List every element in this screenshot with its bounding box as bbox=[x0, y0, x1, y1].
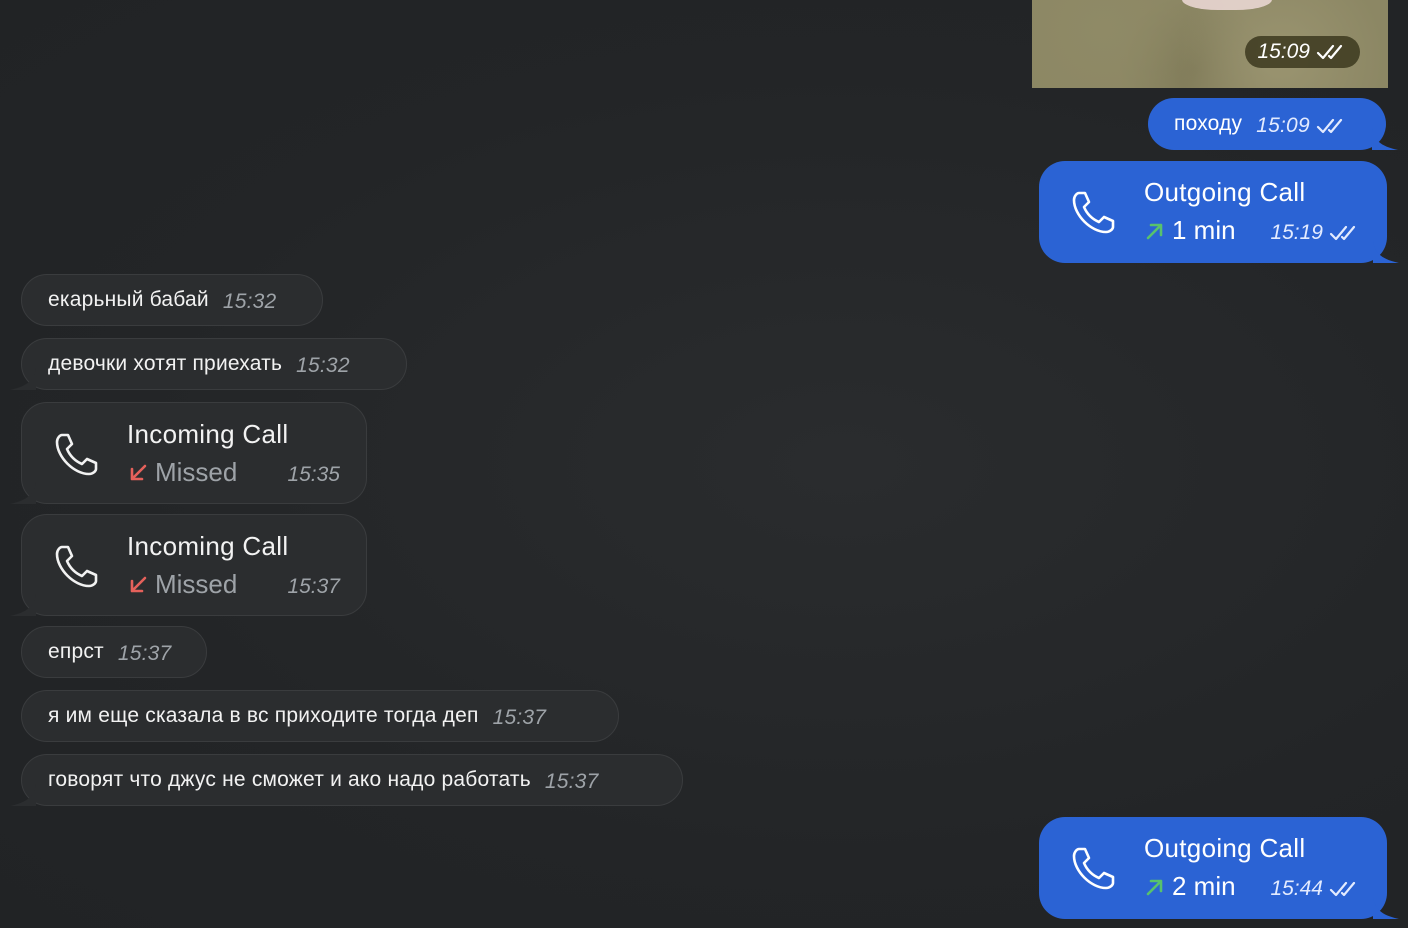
call-status: Missed bbox=[155, 457, 238, 487]
incoming-message[interactable]: епрст 15:37 bbox=[21, 626, 207, 678]
arrow-up-right-icon bbox=[1146, 879, 1163, 895]
arrow-up-right-icon bbox=[1146, 223, 1163, 239]
message-time: 15:37 bbox=[287, 575, 340, 598]
message-time: 15:09 bbox=[1257, 40, 1310, 63]
message-time: 15:37 bbox=[492, 706, 547, 729]
phone-icon bbox=[55, 545, 98, 588]
bubble-tail bbox=[10, 368, 36, 390]
bubble-tail bbox=[10, 784, 36, 806]
double-check-icon bbox=[1316, 44, 1343, 60]
call-duration: 2 min bbox=[1172, 871, 1236, 901]
message-time: 15:19 bbox=[1270, 221, 1323, 244]
call-detail: Missed bbox=[127, 457, 237, 488]
call-title: Incoming Call bbox=[127, 531, 289, 561]
call-detail: 2 min bbox=[1144, 871, 1236, 902]
incoming-call-message[interactable]: Incoming Call Missed 15:35 bbox=[10, 402, 367, 504]
incoming-message[interactable]: я им еще сказала в вс приходите тогда де… bbox=[21, 690, 619, 742]
message-time: 15:09 bbox=[1256, 114, 1310, 137]
outgoing-message[interactable]: походу 15:09 bbox=[1148, 98, 1398, 150]
arrow-down-left-icon bbox=[130, 576, 147, 592]
message-time: 15:37 bbox=[117, 642, 172, 665]
incoming-message[interactable]: говорят что джус не сможет и ако надо ра… bbox=[10, 754, 683, 806]
bubble-tail bbox=[1373, 897, 1399, 919]
bubble-tail bbox=[1372, 128, 1398, 150]
bubble-tail bbox=[1373, 241, 1399, 263]
bubble-tail bbox=[10, 594, 36, 616]
call-title: Incoming Call bbox=[127, 419, 289, 449]
message-timestamp: 15:09 bbox=[1256, 114, 1348, 138]
message-time: 15:32 bbox=[222, 290, 277, 313]
incoming-message[interactable]: екарьный бабай 15:32 bbox=[21, 274, 323, 326]
double-check-icon bbox=[1329, 225, 1356, 241]
double-check-icon bbox=[1316, 118, 1342, 134]
phone-icon bbox=[1072, 847, 1115, 890]
message-timestamp: 15:44 bbox=[1270, 877, 1361, 901]
message-text: девочки хотят приехать bbox=[48, 352, 283, 375]
message-timestamp: 15:19 bbox=[1270, 221, 1361, 245]
incoming-message[interactable]: девочки хотят приехать 15:32 bbox=[10, 338, 407, 390]
photo-content bbox=[1182, 0, 1272, 10]
call-detail: 1 min bbox=[1144, 215, 1236, 246]
message-text: походу bbox=[1174, 112, 1243, 135]
call-duration: 1 min bbox=[1172, 215, 1236, 245]
call-title: Outgoing Call bbox=[1144, 833, 1306, 863]
message-time: 15:37 bbox=[544, 770, 599, 793]
message-time: 15:32 bbox=[296, 354, 350, 377]
photo-timestamp: 15:09 bbox=[1245, 36, 1360, 68]
chat-history[interactable]: 15:09 походу 15:09 Outgoing Call 1 min 1… bbox=[0, 0, 1408, 928]
call-title: Outgoing Call bbox=[1144, 177, 1306, 207]
incoming-call-message[interactable]: Incoming Call Missed 15:37 bbox=[10, 514, 367, 616]
outgoing-call-message[interactable]: Outgoing Call 2 min 15:44 bbox=[1039, 817, 1399, 919]
message-text: епрст bbox=[48, 640, 104, 663]
arrow-down-left-icon bbox=[130, 464, 147, 480]
phone-icon bbox=[55, 433, 98, 476]
double-check-icon bbox=[1329, 881, 1356, 897]
message-time: 15:35 bbox=[287, 463, 340, 486]
message-time: 15:44 bbox=[1270, 877, 1323, 900]
call-status: Missed bbox=[155, 569, 238, 599]
photo-message[interactable]: 15:09 bbox=[1032, 0, 1388, 88]
message-text: говорят что джус не сможет и ако надо ра… bbox=[48, 768, 531, 791]
phone-icon bbox=[1072, 191, 1115, 234]
outgoing-call-message[interactable]: Outgoing Call 1 min 15:19 bbox=[1039, 161, 1399, 263]
call-detail: Missed bbox=[127, 569, 237, 600]
message-text: я им еще сказала в вс приходите тогда де… bbox=[48, 704, 479, 727]
bubble-tail bbox=[10, 482, 36, 504]
message-text: екарьный бабай bbox=[48, 288, 209, 311]
